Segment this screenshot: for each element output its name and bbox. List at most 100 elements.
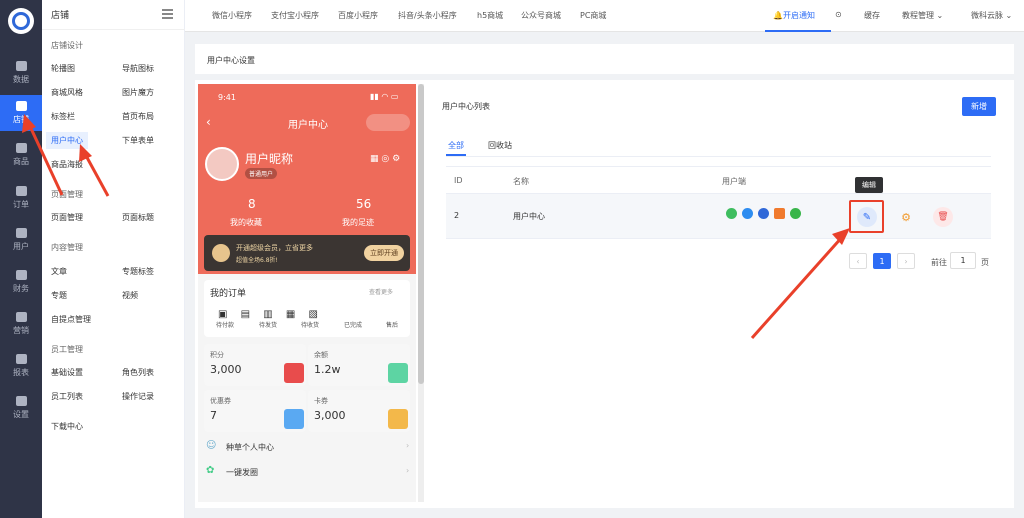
baidu-icon — [758, 208, 769, 219]
menu-item-style[interactable]: 商城风格 — [51, 87, 83, 98]
settings-button[interactable]: ⚙ — [896, 207, 916, 227]
menu-item-poster[interactable]: 商品海报 — [51, 159, 83, 170]
menu-item-banner[interactable]: 轮播图 — [51, 63, 75, 74]
orders-more-link[interactable]: 查看更多 — [369, 287, 393, 296]
goods-icon — [15, 143, 27, 153]
menu-item-roles[interactable]: 角色列表 — [122, 367, 154, 378]
link-one-click-post[interactable]: 一键发圈 — [226, 467, 258, 478]
rail-item-settings[interactable]: 设置 — [0, 390, 42, 426]
cache-button[interactable]: 缓存 — [864, 10, 880, 21]
delete-button[interactable]: 🗑 — [933, 207, 953, 227]
tab-pc[interactable]: PC商城 — [580, 10, 606, 21]
order-item[interactable]: 待发货 — [259, 320, 277, 329]
grass-icon: ☺ — [206, 440, 217, 451]
edit-tooltip: 编辑 — [855, 177, 883, 193]
points-icon — [284, 363, 304, 383]
rail-item-reports[interactable]: 报表 — [0, 348, 42, 384]
notice-underline — [765, 30, 831, 32]
menu-item-nav-icon[interactable]: 导航图标 — [122, 63, 154, 74]
col-client: 用户端 — [722, 177, 746, 186]
rail-item-marketing[interactable]: 营销 — [0, 306, 42, 342]
trail-label: 我的足迹 — [342, 218, 374, 227]
goto-input[interactable]: 1 — [950, 252, 976, 269]
rail-item-orders[interactable]: 订单 — [0, 180, 42, 216]
menu-item-download[interactable]: 下载中心 — [51, 421, 83, 432]
rail-item-finance[interactable]: 财务 — [0, 264, 42, 300]
link-grass-center[interactable]: 种草个人中心 — [226, 442, 274, 453]
fav-count: 8 — [248, 197, 256, 211]
menu-item-video[interactable]: 视频 — [122, 290, 138, 301]
nickname: 用户昵称 — [245, 152, 294, 166]
tab-baidu[interactable]: 百度小程序 — [338, 10, 378, 21]
col-id: ID — [454, 176, 463, 185]
back-icon[interactable]: ‹ — [206, 115, 211, 129]
tutorial-menu[interactable]: 教程管理 ⌄ — [902, 10, 943, 21]
tabs-divider — [446, 156, 991, 157]
avatar — [205, 147, 239, 181]
trash-icon: 🗑 — [937, 212, 949, 222]
tab-all[interactable]: 全部 — [448, 140, 464, 151]
table-header: ID 名称 用户端 — [446, 166, 991, 194]
prev-page-button[interactable]: ‹ — [849, 253, 867, 269]
menu-item-page-mgmt[interactable]: 页面管理 — [51, 212, 83, 223]
status-time: 9:41 — [218, 93, 236, 102]
sub-menu-header: 店铺 — [42, 0, 185, 30]
menu-item-op-log[interactable]: 操作记录 — [122, 391, 154, 402]
menu-item-home-layout[interactable]: 首页布局 — [122, 111, 154, 122]
menu-item-pickup[interactable]: 自提点管理 — [51, 314, 91, 325]
page-number[interactable]: 1 — [873, 253, 891, 269]
order-item[interactable]: 售后 — [386, 320, 398, 329]
top-bar: 微信小程序 支付宝小程序 百度小程序 抖音/头条小程序 h5商城 公众号商城 P… — [185, 0, 1024, 32]
order-item[interactable]: 已完成 — [344, 320, 362, 329]
stat-cards: 卡券 3,000 — [308, 390, 410, 432]
tab-mp[interactable]: 公众号商城 — [521, 10, 561, 21]
vip-subtext: 超值全场6.8折! — [236, 257, 278, 264]
menu-item-staff-list[interactable]: 员工列表 — [51, 391, 83, 402]
menu-item-page-title[interactable]: 页面标题 — [122, 212, 154, 223]
preview-scrollbar[interactable] — [418, 84, 424, 502]
gift-icon — [284, 409, 304, 429]
sub-menu-title: 店铺 — [51, 11, 70, 21]
stat-points: 积分 3,000 — [204, 344, 306, 386]
next-page-button[interactable]: › — [897, 253, 915, 269]
rail-item-store[interactable]: 店铺 — [0, 95, 42, 131]
menu-item-image-cube[interactable]: 图片魔方 — [122, 87, 154, 98]
edit-button[interactable]: ✎ — [857, 207, 877, 227]
chevron-right-icon: › — [406, 441, 410, 450]
rail-item-goods[interactable]: 商品 — [0, 137, 42, 173]
qr-icon[interactable]: ▦ ◎ ⚙ — [370, 154, 400, 164]
tab-wechat[interactable]: 微信小程序 — [212, 10, 252, 21]
notice-button[interactable]: 🔔开启通知 — [773, 10, 815, 21]
page-title: 用户中心设置 — [207, 56, 255, 65]
download-icon[interactable]: ⊙ — [835, 10, 842, 19]
menu-item-topic-tag[interactable]: 专题标签 — [122, 266, 154, 277]
bell-icon: 🔔 — [773, 11, 783, 20]
trail-count: 56 — [356, 197, 372, 211]
menu-group-content: 内容管理 — [51, 243, 83, 252]
menu-toggle-icon[interactable] — [162, 9, 173, 19]
tab-h5[interactable]: h5商城 — [477, 10, 503, 21]
sub-menu: 店铺 店铺设计 轮播图 导航图标 商城风格 图片魔方 标签栏 首页布局 用户中心… — [42, 0, 185, 518]
add-button[interactable]: 新增 — [962, 97, 996, 116]
finance-icon — [15, 270, 27, 280]
rail-item-users[interactable]: 用户 — [0, 222, 42, 258]
orders-title: 我的订单 — [210, 289, 247, 299]
tab-douyin[interactable]: 抖音/头条小程序 — [398, 10, 457, 21]
order-item[interactable]: 待收货 — [301, 320, 319, 329]
rail-item-data[interactable]: 数据 — [0, 55, 42, 91]
menu-item-topic[interactable]: 专题 — [51, 290, 67, 301]
menu-item-user-center[interactable]: 用户中心 — [46, 132, 88, 149]
tab-alipay[interactable]: 支付宝小程序 — [271, 10, 319, 21]
menu-item-article[interactable]: 文章 — [51, 266, 67, 277]
order-item[interactable]: 待付款 — [216, 320, 234, 329]
vip-open-button[interactable]: 立即开通 — [364, 245, 404, 261]
capsule-button — [366, 114, 410, 131]
brand-menu[interactable]: 微科云脉 ⌄ — [971, 10, 1012, 21]
tab-recycle-bin[interactable]: 回收站 — [488, 140, 512, 151]
menu-item-basic-settings[interactable]: 基础设置 — [51, 367, 83, 378]
goto-label: 前往 — [931, 258, 947, 267]
mp-icon — [790, 208, 801, 219]
menu-item-order-form[interactable]: 下单表单 — [122, 135, 154, 146]
main-nav-rail: 数据 店铺 商品 订单 用户 财务 营销 报表 设置 — [0, 0, 42, 518]
menu-item-tabbar[interactable]: 标签栏 — [51, 111, 75, 122]
